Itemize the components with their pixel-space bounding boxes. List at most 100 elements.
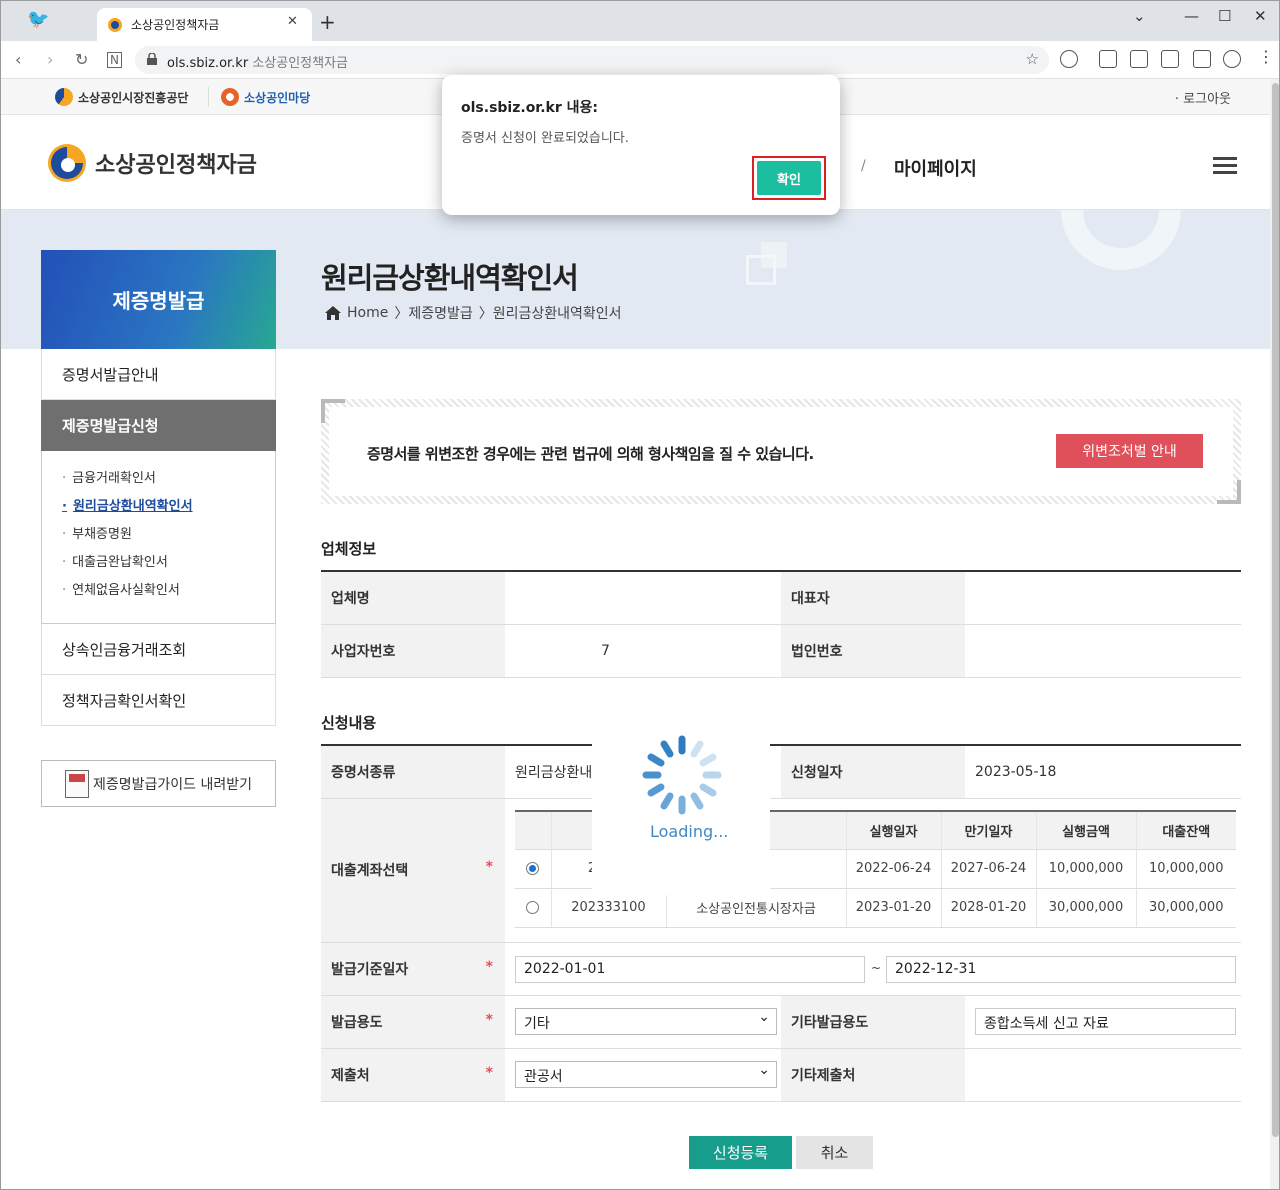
submenu-item[interactable]: 부채증명원 bbox=[62, 525, 275, 553]
minimize-icon[interactable]: — bbox=[1184, 7, 1199, 25]
radio-unselected[interactable] bbox=[526, 901, 540, 914]
sbiz-madang-link[interactable]: 소상공인마당 bbox=[221, 79, 310, 115]
breadcrumb-current: 〉원리금상환내역확인서 bbox=[478, 306, 622, 322]
radio-selected[interactable] bbox=[526, 862, 540, 875]
warning-box: 증명서를 위변조한 경우에는 관련 법규에 의해 형사책임을 질 수 있습니다.… bbox=[321, 399, 1241, 504]
bizno-label: 사업자번호 bbox=[321, 624, 505, 678]
banner-decoration bbox=[746, 255, 776, 285]
breadcrumb-item[interactable]: 〉제증명발급 bbox=[394, 303, 472, 323]
breadcrumb: Home 〉제증명발급 〉원리금상환내역확인서 bbox=[325, 303, 622, 323]
loading-overlay: Loading... bbox=[592, 725, 770, 895]
tab-title: 소상공인정책자금 bbox=[131, 18, 220, 32]
page-title: 원리금상환내역확인서 bbox=[321, 261, 579, 295]
company-section-title: 업체정보 bbox=[321, 540, 377, 558]
nav-divider: / bbox=[861, 158, 866, 174]
browser-window: 🐦 소상공인정책자금 ✕ + ⌄ — ☐ ✕ ‹ › ↻ N ols.sbiz.… bbox=[0, 0, 1280, 1190]
new-tab-icon[interactable]: + bbox=[319, 10, 336, 34]
sidebar-item-apply[interactable]: 제증명발급신청 bbox=[41, 400, 276, 451]
web-page: 소상공인시장진흥공단 소상공인마당 · 로그아웃 소상공인정책자금 / 마이페이… bbox=[1, 79, 1279, 1189]
extensions-icon[interactable] bbox=[1060, 50, 1078, 68]
cancel-button[interactable]: 취소 bbox=[796, 1136, 873, 1169]
loan-exec-date: 2022-06-24 bbox=[845, 849, 941, 889]
guide-download-button[interactable]: 제증명발급가이드 내려받기 bbox=[41, 760, 276, 807]
loan-select-label: 대출계좌선택 * bbox=[321, 798, 505, 943]
submit-to-select[interactable]: 관공서 bbox=[515, 1061, 777, 1088]
mypage-menu[interactable]: 마이페이지 bbox=[894, 155, 977, 181]
company-name-value bbox=[505, 571, 781, 625]
apply-date-label: 신청일자 bbox=[781, 745, 965, 799]
submit-to-label: 제출처 * bbox=[321, 1048, 505, 1102]
loan-balance: 10,000,000 bbox=[1135, 849, 1236, 889]
tab-bar: 🐦 소상공인정책자금 ✕ + ⌄ — ☐ ✕ bbox=[1, 1, 1279, 41]
etc-submit-cell bbox=[965, 1048, 1241, 1102]
submenu-item[interactable]: 금융거래확인서 bbox=[62, 469, 275, 497]
media-icon[interactable] bbox=[1130, 50, 1148, 68]
corner-decoration bbox=[1217, 480, 1241, 504]
submenu-item[interactable]: 대출금완납확인서 bbox=[62, 553, 275, 581]
loan-exec-date: 2023-01-20 bbox=[845, 888, 941, 928]
submit-to-selected-value: 관공서 bbox=[524, 1069, 563, 1085]
dialog-ok-highlight: 확인 bbox=[752, 156, 826, 200]
base-date-to-input[interactable]: 2022-12-31 bbox=[886, 956, 1236, 983]
loan-radio[interactable] bbox=[515, 849, 551, 889]
page-scrollbar[interactable] bbox=[1270, 79, 1279, 1189]
purpose-label: 발급용도 * bbox=[321, 995, 505, 1049]
tab-close-icon[interactable]: ✕ bbox=[287, 14, 298, 29]
browser-toolbar: ‹ › ↻ N ols.sbiz.or.kr 소상공인정책자금 ☆ bbox=[1, 41, 1279, 79]
breadcrumb-home[interactable]: Home bbox=[347, 305, 388, 321]
banner-decoration bbox=[1061, 210, 1181, 270]
semas-logo-icon bbox=[55, 88, 73, 106]
url-text: ols.sbiz.or.kr 소상공인정책자금 bbox=[167, 56, 349, 71]
close-window-icon[interactable]: ✕ bbox=[1254, 7, 1267, 25]
site-info-icon[interactable]: N bbox=[107, 52, 122, 68]
etc-purpose-label: 기타발급용도 bbox=[781, 995, 965, 1049]
address-bar[interactable]: ols.sbiz.or.kr 소상공인정책자금 ☆ bbox=[135, 46, 1049, 74]
sidebar-item-guide[interactable]: 증명서발급안내 bbox=[41, 349, 276, 400]
browser-tab[interactable]: 소상공인정책자금 ✕ bbox=[97, 8, 312, 41]
maximize-icon[interactable]: ☐ bbox=[1218, 7, 1231, 25]
site-logo[interactable]: 소상공인정책자금 bbox=[45, 143, 257, 183]
loading-spinner-icon bbox=[642, 735, 722, 815]
sidebar: 제증명발급 증명서발급안내 제증명발급신청 금융거래확인서 원리금상환내역확인서… bbox=[41, 250, 276, 726]
company-name-label: 업체명 bbox=[321, 571, 505, 625]
bizno-value: 7 bbox=[505, 624, 781, 678]
loan-radio[interactable] bbox=[515, 888, 551, 928]
warning-text: 증명서를 위변조한 경우에는 관련 법규에 의해 형사책임을 질 수 있습니다. bbox=[367, 445, 814, 463]
submenu-item-active[interactable]: 원리금상환내역확인서 bbox=[62, 497, 275, 525]
forward-icon[interactable]: › bbox=[47, 50, 53, 69]
madang-link-label: 소상공인마당 bbox=[244, 90, 311, 105]
sidebar-item-verify[interactable]: 정책자금확인서확인 bbox=[41, 675, 276, 726]
hamburger-menu-icon[interactable] bbox=[1213, 157, 1237, 175]
purpose-select[interactable]: 기타 bbox=[515, 1008, 777, 1035]
dialog-ok-button[interactable]: 확인 bbox=[757, 161, 821, 195]
tab-search-icon[interactable]: ⌄ bbox=[1133, 7, 1146, 25]
loan-amount: 10,000,000 bbox=[1035, 849, 1136, 889]
submenu-item[interactable]: 연체없음사실확인서 bbox=[62, 581, 275, 609]
profile-icon[interactable] bbox=[1223, 50, 1241, 68]
semas-link[interactable]: 소상공인시장진흥공단 bbox=[55, 79, 188, 115]
register-button[interactable]: 신청등록 bbox=[689, 1136, 792, 1169]
bookmark-star-icon[interactable]: ☆ bbox=[1026, 50, 1039, 68]
sidebar-icon[interactable] bbox=[1193, 50, 1211, 68]
back-icon[interactable]: ‹ bbox=[15, 50, 21, 69]
alert-dialog: ols.sbiz.or.kr 내용: 증명서 신청이 완료되었습니다. 확인 bbox=[442, 75, 840, 215]
sidebar-item-heir[interactable]: 상속인금융거래조회 bbox=[41, 624, 276, 675]
dialog-title: ols.sbiz.or.kr 내용: bbox=[461, 100, 598, 116]
application-section-title: 신청내용 bbox=[321, 714, 377, 732]
lock-icon bbox=[147, 53, 157, 65]
home-icon[interactable] bbox=[325, 306, 341, 320]
due-date-column-header: 만기일자 bbox=[940, 811, 1036, 850]
download-icon[interactable] bbox=[1099, 50, 1117, 68]
loan-due-date: 2027-06-24 bbox=[940, 849, 1036, 889]
logout-link[interactable]: · 로그아웃 bbox=[1175, 88, 1231, 107]
screenshot-icon[interactable] bbox=[1161, 50, 1179, 68]
sidebar-heading: 제증명발급 bbox=[41, 250, 276, 349]
corner-decoration bbox=[321, 399, 345, 423]
etc-purpose-input[interactable]: 종합소득세 신고 자료 bbox=[975, 1008, 1236, 1035]
base-date-from-input[interactable]: 2022-01-01 bbox=[515, 956, 865, 983]
scrollbar-thumb[interactable] bbox=[1272, 83, 1279, 1137]
forgery-penalty-button[interactable]: 위변조처벌 안내 bbox=[1056, 434, 1203, 468]
loan-amount: 30,000,000 bbox=[1035, 888, 1136, 928]
menu-icon[interactable]: ⋮ bbox=[1258, 47, 1274, 66]
reload-icon[interactable]: ↻ bbox=[75, 50, 88, 69]
